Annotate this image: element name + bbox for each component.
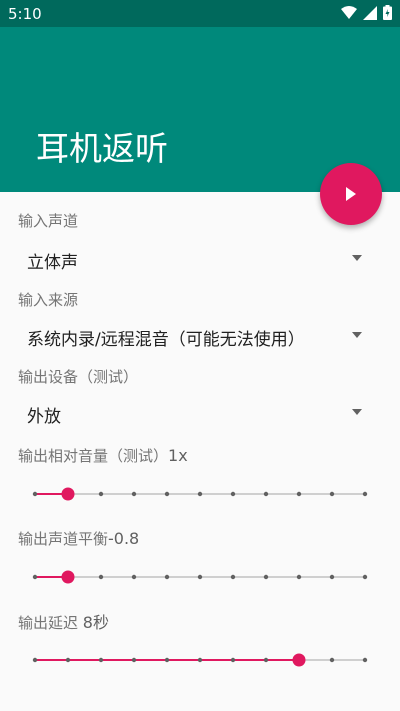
output-volume-label: 输出相对音量（测试）1x xyxy=(18,445,188,466)
dropdown-arrow-icon xyxy=(352,332,362,338)
input-source-value: 系统内录/远程混音（可能无法使用） xyxy=(27,330,305,350)
output-device-spinner[interactable]: 外放 xyxy=(18,392,374,432)
output-device-label: 输出设备（测试） xyxy=(18,368,139,386)
slider-tick xyxy=(362,574,368,580)
output-device-value: 外放 xyxy=(27,407,61,427)
input-source-label: 输入来源 xyxy=(18,291,79,309)
output-balance-label-text: 输出声道平衡 xyxy=(18,530,109,548)
slider-tick xyxy=(362,657,368,663)
output-delay-label: 输出延迟 8秒 xyxy=(18,609,109,633)
status-time: 5:10 xyxy=(8,5,42,23)
slider-tick xyxy=(197,491,203,497)
slider-tick xyxy=(329,574,335,580)
app-title: 耳机返听 xyxy=(36,129,168,168)
play-button[interactable] xyxy=(320,163,382,225)
slider-tick xyxy=(230,574,236,580)
battery-icon xyxy=(383,5,392,20)
slider-tick xyxy=(98,574,104,580)
slider-tick xyxy=(263,491,269,497)
play-icon xyxy=(346,187,356,201)
output-delay-value: 8秒 xyxy=(82,613,109,632)
slider-tick xyxy=(65,657,71,663)
output-volume-value: 1x xyxy=(168,446,188,465)
signal-icon xyxy=(363,5,377,20)
input-source-spinner[interactable]: 系统内录/远程混音（可能无法使用） xyxy=(18,315,374,355)
slider-tick xyxy=(296,491,302,497)
output-volume-label-text: 输出相对音量（测试） xyxy=(18,447,169,465)
output-delay-slider[interactable] xyxy=(25,645,375,675)
slider-tick xyxy=(230,491,236,497)
slider-tick xyxy=(263,657,269,663)
slider-tick xyxy=(263,574,269,580)
slider-thumb[interactable] xyxy=(292,653,306,667)
slider-tick xyxy=(32,491,38,497)
status-icons xyxy=(341,5,392,20)
slider-tick xyxy=(164,574,170,580)
slider-tick xyxy=(329,491,335,497)
slider-tick xyxy=(197,574,203,580)
input-channel-value: 立体声 xyxy=(27,253,78,273)
slider-tick xyxy=(296,574,302,580)
output-delay-label-text: 输出延迟 xyxy=(18,614,79,632)
output-volume-slider[interactable] xyxy=(25,479,375,509)
slider-tick xyxy=(131,491,137,497)
slider-tick xyxy=(32,574,38,580)
slider-tick xyxy=(197,657,203,663)
slider-tick xyxy=(230,657,236,663)
slider-tick xyxy=(362,491,368,497)
slider-tick xyxy=(98,491,104,497)
dropdown-arrow-icon xyxy=(352,255,362,261)
slider-tick xyxy=(164,657,170,663)
output-balance-slider[interactable] xyxy=(25,562,375,592)
slider-tick xyxy=(32,657,38,663)
dropdown-arrow-icon xyxy=(352,409,362,415)
slider-thumb[interactable] xyxy=(61,487,75,501)
input-channel-label: 输入声道 xyxy=(18,212,79,230)
slider-thumb[interactable] xyxy=(61,570,75,584)
wifi-icon xyxy=(341,5,357,19)
slider-tick xyxy=(131,657,137,663)
input-channel-spinner[interactable]: 立体声 xyxy=(18,238,374,278)
output-balance-label: 输出声道平衡-0.8 xyxy=(18,528,139,549)
slider-tick xyxy=(164,491,170,497)
slider-tick xyxy=(131,574,137,580)
status-bar: 5:10 xyxy=(0,0,400,27)
slider-tick xyxy=(98,657,104,663)
output-balance-value: -0.8 xyxy=(108,529,140,548)
slider-tick xyxy=(329,657,335,663)
